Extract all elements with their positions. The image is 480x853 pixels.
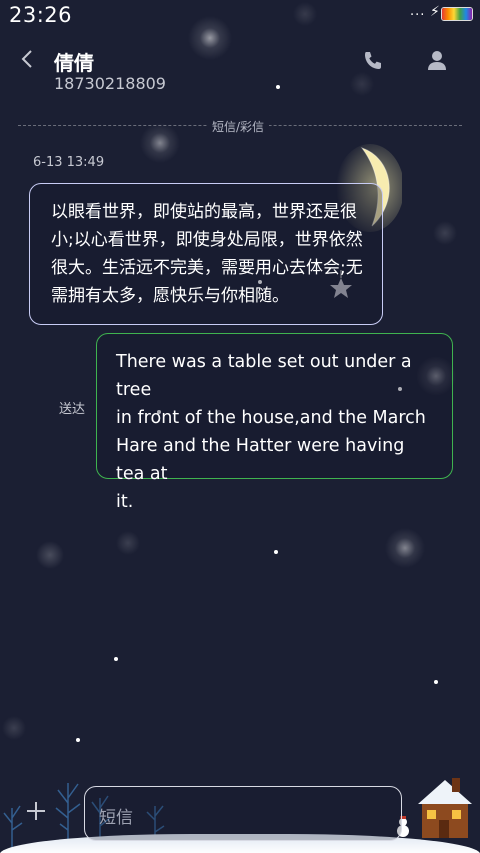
snowflake — [114, 657, 118, 661]
message-type-divider: 短信/彩信 — [18, 118, 462, 135]
phone-icon[interactable] — [361, 49, 385, 73]
message-line: 以眼看世界，即使站的最高，世界还是很 — [51, 202, 357, 222]
message-line: Hare and the Hatter were having tea at — [116, 436, 405, 484]
conversation-header: 倩倩 18730218809 — [0, 40, 480, 100]
person-icon[interactable] — [426, 49, 448, 71]
contact-name[interactable]: 倩倩 — [54, 47, 94, 76]
add-attachment-button[interactable] — [24, 799, 48, 823]
house-decoration — [418, 778, 472, 838]
more-notifications-icon: ... — [410, 4, 426, 19]
battery-icon — [441, 7, 473, 21]
battery-level — [442, 8, 472, 20]
message-line: 小;以心看世界，即使身处局限，世界依然 — [51, 230, 363, 250]
contact-number: 18730218809 — [54, 74, 166, 93]
snowflake — [274, 550, 278, 554]
message-type-label: 短信/彩信 — [207, 118, 270, 135]
outgoing-message-bubble[interactable]: There was a table set out under a tree i… — [96, 333, 453, 512]
message-line: it. — [116, 492, 134, 512]
charging-icon: ⚡ — [430, 4, 440, 20]
incoming-message-bubble[interactable]: 以眼看世界，即使站的最高，世界还是很 小;以心看世界，即使身处局限，世界依然 很… — [29, 183, 383, 325]
status-bar: 23:26 ... ⚡ — [0, 0, 480, 32]
delivery-status: 送达 — [59, 402, 86, 417]
message-line: in front of the house,and the March — [116, 408, 426, 428]
back-icon[interactable] — [18, 48, 38, 70]
message-line: There was a table set out under a tree — [116, 352, 412, 400]
status-time: 23:26 — [9, 3, 73, 27]
message-timestamp: 6-13 13:49 — [33, 155, 105, 170]
snowflake — [76, 738, 80, 742]
message-line: 需拥有太多，愿快乐与你相随。 — [51, 286, 289, 306]
snowflake — [434, 680, 438, 684]
message-compose-input[interactable]: 短信 — [84, 786, 402, 841]
message-line: 很大。生活远不完美，需要用心去体会;无 — [51, 258, 363, 278]
